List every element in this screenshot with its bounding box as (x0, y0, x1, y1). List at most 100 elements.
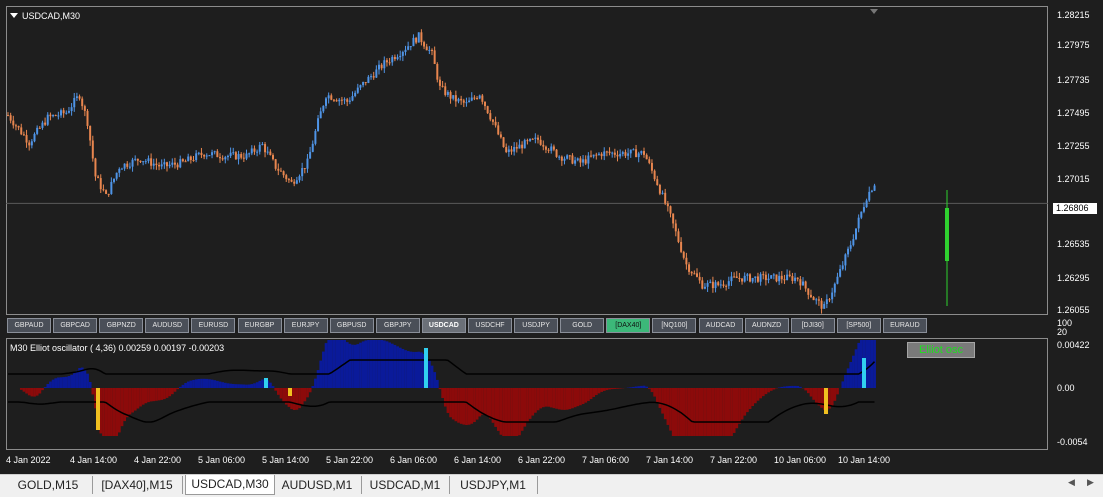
tab-usdjpy-m1[interactable]: USDJPY,M1 (449, 476, 538, 494)
symbol-button-eurjpy[interactable]: EURJPY (283, 318, 328, 333)
candle-body (526, 140, 529, 142)
osc-bar-neg (300, 388, 304, 406)
candle-body (306, 158, 309, 169)
osc-bar-neg (274, 388, 278, 391)
symbol-button-audusd[interactable]: AUDUSD (145, 318, 190, 333)
candle-body (113, 178, 115, 182)
time-tick-label: 7 Jan 14:00 (646, 455, 694, 465)
candle-body (749, 274, 751, 282)
candle-body (181, 159, 184, 162)
candle-body (772, 274, 775, 276)
osc-bar-pos (192, 379, 195, 388)
osc-bar-pos (216, 380, 219, 388)
osc-bar-neg (761, 388, 765, 397)
osc-bar-neg (128, 388, 132, 415)
candle-body (420, 32, 423, 43)
candle-body (287, 179, 290, 181)
candle-body (590, 155, 592, 157)
candle-body (309, 151, 312, 159)
symbol-button-sp500[interactable]: [SP500] (836, 318, 881, 333)
candle-body (266, 151, 269, 153)
symbol-button-audnzd[interactable]: AUDNZD (744, 318, 789, 333)
candle-body (778, 275, 781, 282)
candle-body (592, 154, 595, 157)
osc-bar-neg (520, 388, 524, 431)
osc-bar-pos (239, 384, 243, 388)
tab-audusd-m1[interactable]: AUDUSD,M1 (273, 476, 362, 494)
symbol-button-gbpnzd[interactable]: GBPNZD (99, 318, 144, 333)
osc-bar-pos (311, 386, 315, 388)
symbol-button-usdchf[interactable]: USDCHF (468, 318, 512, 333)
osc-extra-tick-20: 20 (1057, 327, 1068, 337)
symbol-button-gbpaud[interactable]: GBPAUD (7, 318, 51, 333)
chart-shift-marker-icon[interactable] (870, 9, 878, 14)
candle-body (75, 96, 78, 98)
osc-bar-neg (701, 388, 704, 436)
symbol-button-gbpjpy[interactable]: GBPJPY (375, 318, 420, 333)
candle-body (489, 113, 492, 120)
candle-body (144, 161, 147, 163)
candle-body (330, 95, 333, 100)
candle-body (807, 288, 810, 295)
candle-body (438, 79, 441, 86)
osc-bar-neg (107, 388, 111, 436)
candle-body (709, 281, 712, 283)
tab--dax40--m15[interactable]: [DAX40],M15 (92, 476, 183, 494)
tab-scroll-right-icon[interactable]: ▶ (1087, 478, 1094, 488)
osc-bar-pos (428, 360, 431, 388)
candle-body (560, 156, 563, 161)
candle-body (237, 154, 240, 160)
candle-body (468, 100, 471, 103)
candle-body (783, 279, 786, 281)
osc-bar-neg (502, 388, 505, 436)
candle-body (272, 155, 274, 160)
candle-body (118, 168, 121, 173)
candle-body (380, 64, 383, 69)
oscillator-label: M30 Elliot oscillator ( 4,36) 0.00259 0.… (10, 343, 225, 353)
elliot-osc-button[interactable]: Elliot osc (907, 342, 975, 358)
candle-body (576, 158, 579, 161)
candle-body (786, 274, 789, 281)
tab-usdcad-m1[interactable]: USDCAD,M1 (361, 476, 450, 494)
osc-bar-neg (102, 388, 105, 436)
tab-usdcad-m30[interactable]: USDCAD,M30 (185, 475, 275, 495)
candle-body (823, 304, 826, 309)
symbol-button-nq100[interactable]: [NQ100] (652, 318, 697, 333)
osc-bar-neg (836, 388, 839, 395)
candlestick-chart[interactable] (6, 6, 1048, 315)
symbol-button-dax40[interactable]: [DAX40] (606, 318, 651, 333)
osc-bar-pos (210, 379, 214, 388)
candle-body (391, 56, 394, 63)
symbol-button-usdcad[interactable]: USDCAD (421, 318, 466, 333)
symbol-button-eurusd[interactable]: EURUSD (191, 318, 236, 333)
osc-bar-neg (518, 388, 521, 436)
osc-bar-neg (91, 388, 95, 395)
osc-tick-zero: 0.00 (1057, 383, 1075, 393)
time-tick-label: 5 Jan 14:00 (262, 455, 310, 465)
tab-gold-m15[interactable]: GOLD,M15 (4, 476, 93, 494)
candle-body (423, 42, 426, 47)
osc-bar-pos (780, 386, 784, 388)
candle-body (682, 251, 685, 258)
osc-bar-neg (669, 388, 672, 431)
symbol-button-audcad[interactable]: AUDCAD (698, 318, 743, 333)
candle-body (325, 98, 327, 106)
symbol-button-gbpcad[interactable]: GBPCAD (53, 318, 98, 333)
candle-body (327, 95, 330, 99)
price-tick-label: 1.26535 (1057, 239, 1090, 249)
osc-bar-neg (542, 388, 545, 408)
osc-bar-neg (579, 388, 582, 406)
osc-bar-neg (131, 388, 134, 413)
tab-scroll-left-icon[interactable]: ◀ (1068, 478, 1075, 488)
symbol-button-dji30[interactable]: [DJI30] (790, 318, 835, 333)
candle-body (219, 157, 221, 159)
osc-bar-neg (454, 388, 458, 422)
symbol-button-gbpusd[interactable]: GBPUSD (329, 318, 374, 333)
osc-bar-neg (496, 388, 500, 431)
candle-body (632, 149, 635, 151)
osc-bar-pos (369, 340, 373, 388)
symbol-button-eurgbp[interactable]: EURGBP (237, 318, 282, 333)
symbol-button-euraud[interactable]: EURAUD (882, 318, 927, 333)
symbol-button-gold[interactable]: GOLD (560, 318, 605, 333)
symbol-button-usdjpy[interactable]: USDJPY (514, 318, 559, 333)
